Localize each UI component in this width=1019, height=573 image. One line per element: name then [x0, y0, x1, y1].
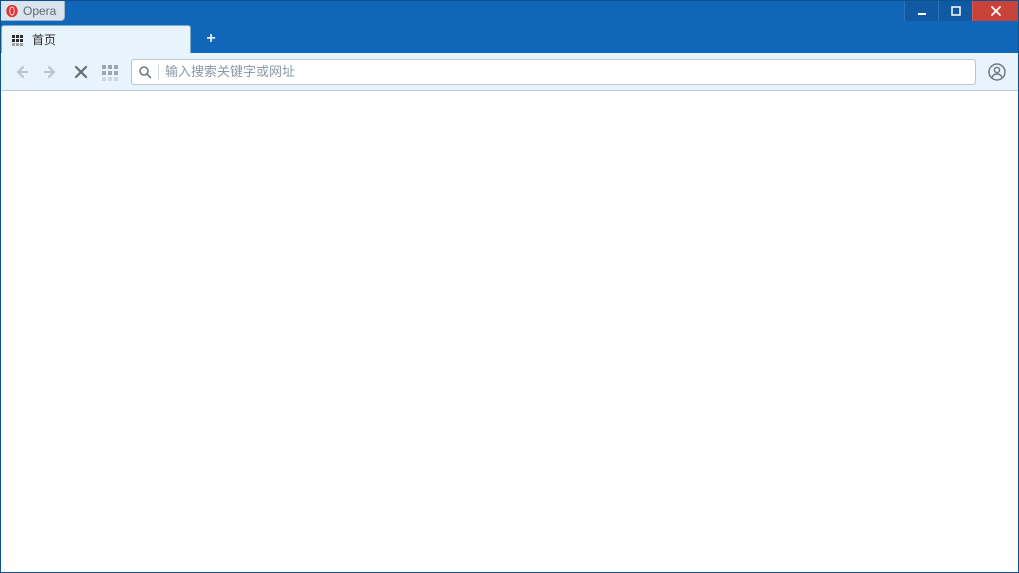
- titlebar-drag-area[interactable]: [65, 1, 904, 23]
- new-tab-button[interactable]: +: [197, 27, 225, 51]
- x-icon: [74, 65, 88, 79]
- search-icon: [138, 65, 152, 79]
- opera-logo-icon: [5, 4, 19, 18]
- titlebar: Opera: [1, 1, 1018, 23]
- app-menu-button[interactable]: Opera: [1, 1, 65, 21]
- speed-dial-icon: [12, 35, 26, 45]
- close-button[interactable]: [972, 1, 1018, 21]
- user-icon: [988, 63, 1006, 81]
- window-controls: [904, 1, 1018, 23]
- maximize-icon: [950, 5, 962, 17]
- minimize-button[interactable]: [904, 1, 938, 21]
- stop-reload-button[interactable]: [71, 62, 91, 82]
- maximize-button[interactable]: [938, 1, 972, 21]
- minimize-icon: [916, 5, 928, 17]
- close-icon: [989, 5, 1003, 17]
- back-button[interactable]: [11, 62, 31, 82]
- grid-icon: [102, 65, 120, 79]
- page-content: [1, 91, 1018, 572]
- app-title: Opera: [23, 4, 56, 18]
- address-input[interactable]: [165, 64, 969, 79]
- arrow-right-icon: [43, 64, 59, 80]
- profile-button[interactable]: [986, 61, 1008, 83]
- tab-strip: 首页 +: [1, 23, 1018, 53]
- tab-label: 首页: [32, 31, 56, 48]
- speed-dial-button[interactable]: [101, 62, 121, 82]
- plus-icon: +: [206, 31, 215, 47]
- forward-button[interactable]: [41, 62, 61, 82]
- toolbar: [1, 53, 1018, 91]
- address-separator: [158, 64, 159, 80]
- arrow-left-icon: [13, 64, 29, 80]
- address-bar[interactable]: [131, 59, 976, 85]
- tab-home[interactable]: 首页: [1, 25, 191, 53]
